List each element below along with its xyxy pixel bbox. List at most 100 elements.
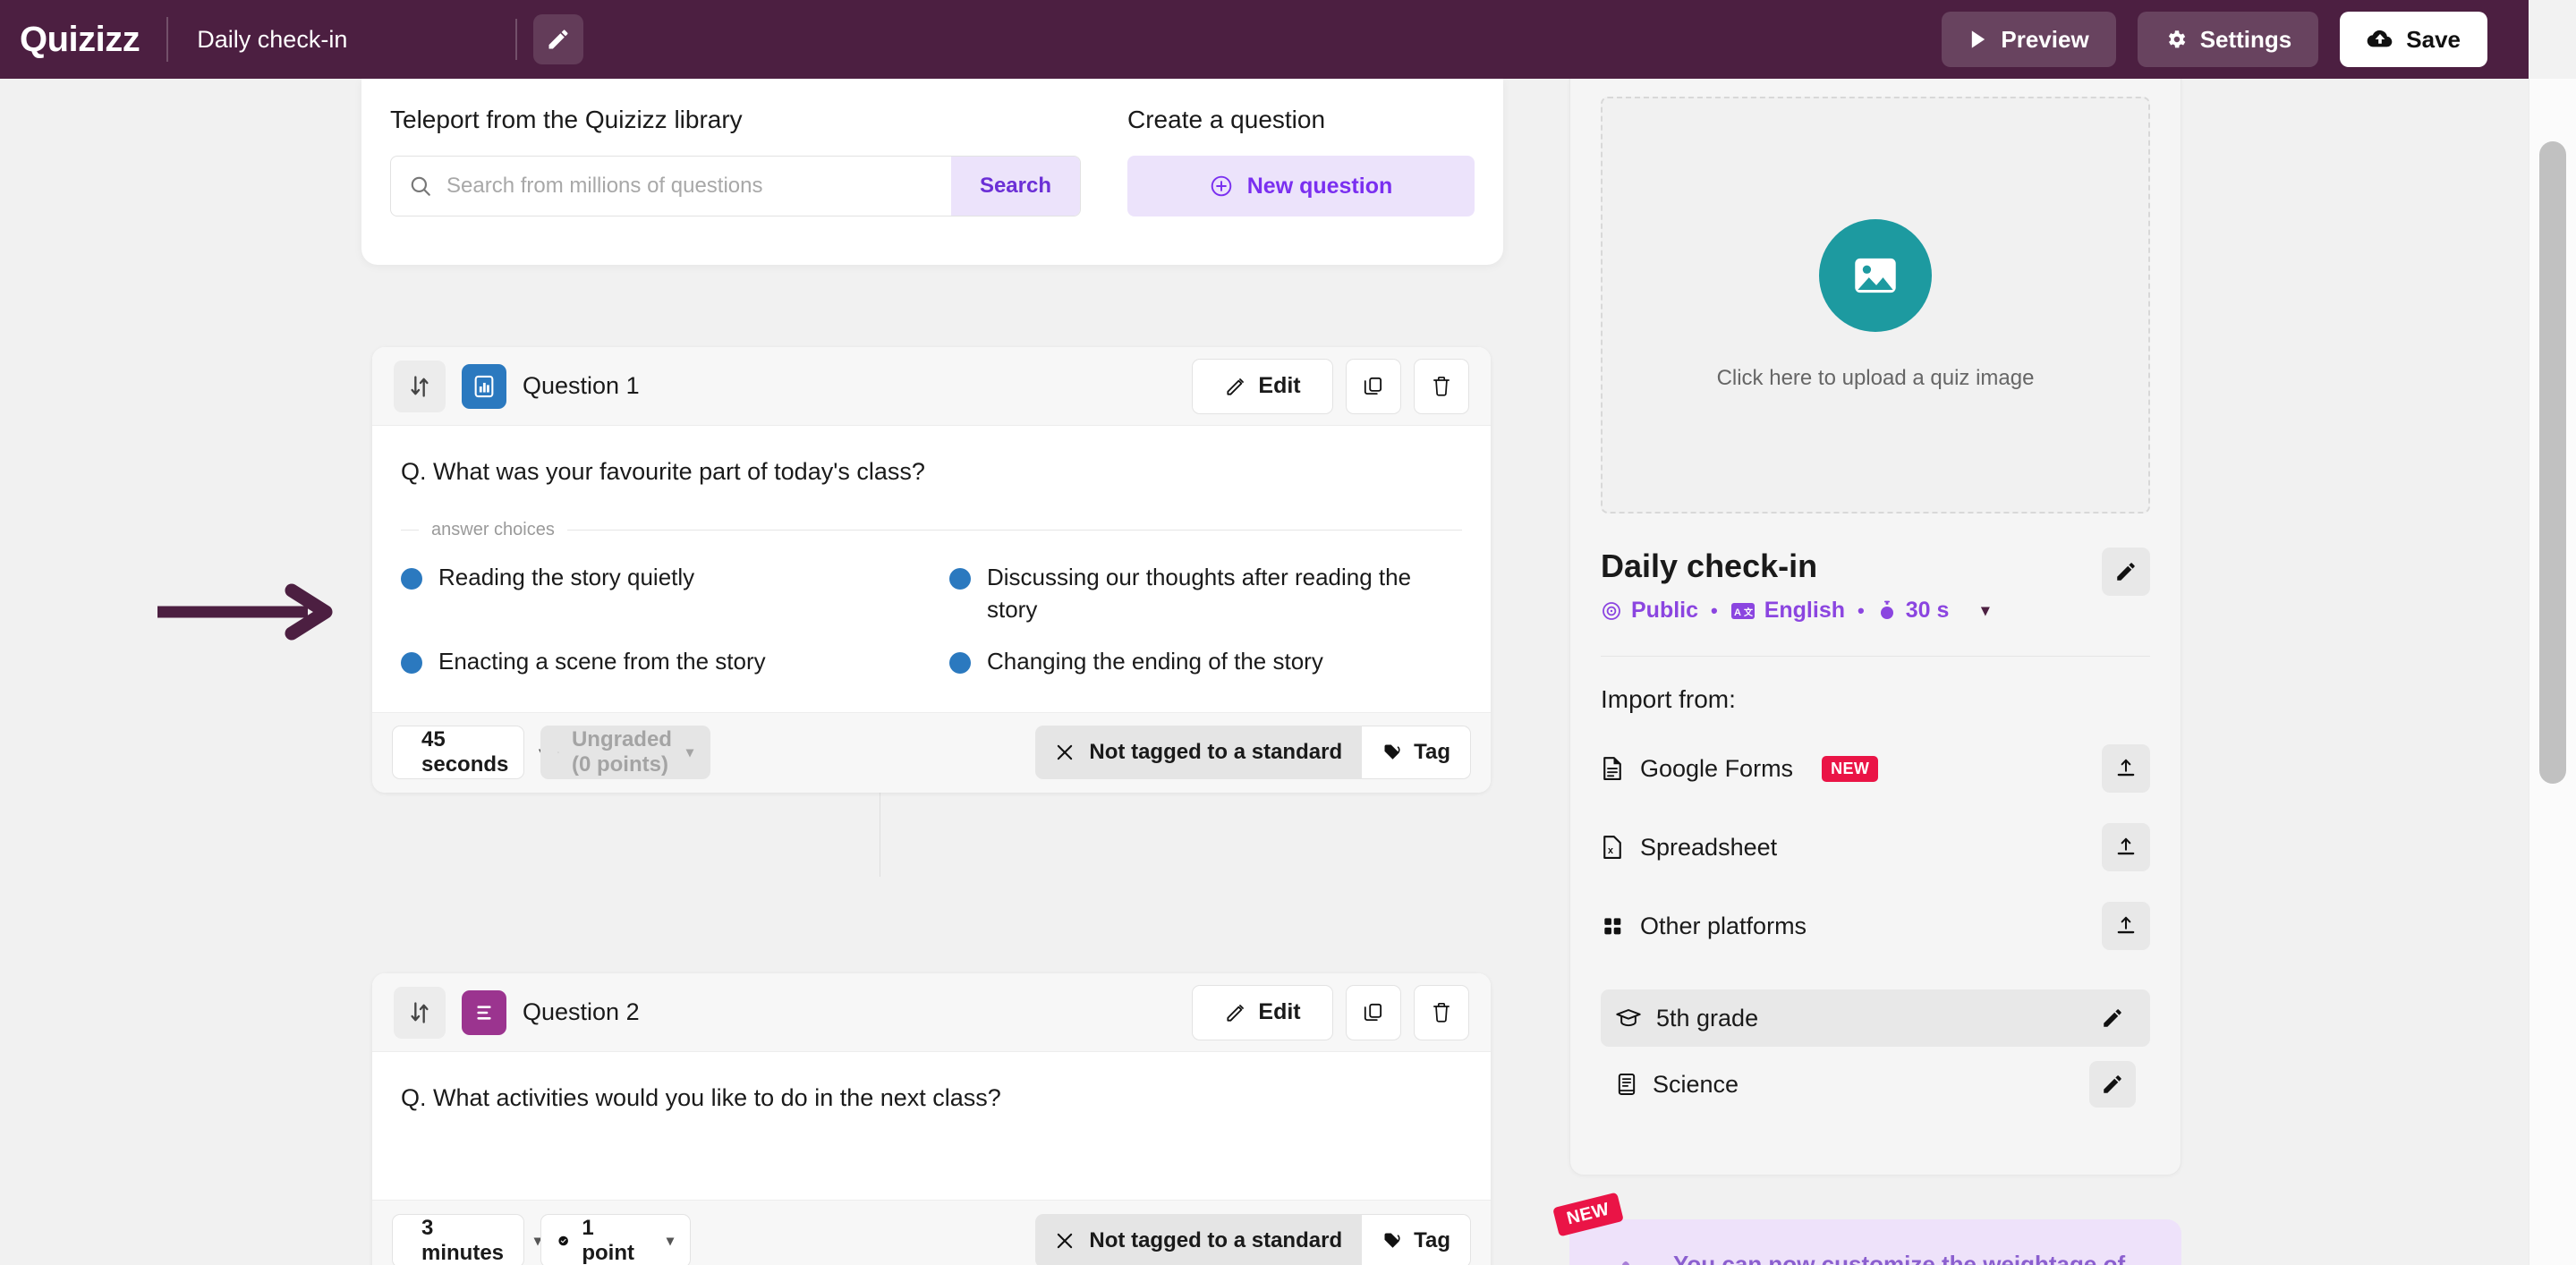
- duplicate-question-1-button[interactable]: [1346, 358, 1401, 414]
- question-1-tag-group: Not tagged to a standard Tag: [1035, 726, 1471, 780]
- edit-label: Edit: [1258, 373, 1301, 398]
- preview-button[interactable]: Preview: [1942, 12, 2116, 67]
- graduation-cap-icon: [1616, 1009, 1641, 1027]
- duration-meta[interactable]: 30 s: [1877, 598, 1949, 624]
- question-2-standard-status[interactable]: Not tagged to a standard: [1035, 1213, 1363, 1265]
- copy-icon: [1364, 1003, 1382, 1021]
- question-1-text: Q. What was your favourite part of today…: [401, 458, 925, 485]
- save-button[interactable]: Save: [2340, 12, 2487, 67]
- reorder-handle[interactable]: [394, 360, 446, 412]
- search-button[interactable]: Search: [950, 157, 1080, 216]
- divider: [515, 19, 518, 60]
- question-2-points-dropdown[interactable]: 1 point ▾: [540, 1213, 691, 1265]
- choice-bullet-icon: [949, 568, 971, 590]
- grid-squares-icon: [1604, 918, 1621, 935]
- chevron-down-icon[interactable]: ▾: [1981, 601, 1989, 620]
- divider-line: [401, 530, 419, 531]
- question-2-title: Question 2: [523, 998, 640, 1025]
- pencil-icon: [2117, 563, 2135, 581]
- quiz-name-label: Daily check-in: [197, 25, 348, 53]
- question-2-timer-dropdown[interactable]: 3 minutes ▾: [392, 1213, 541, 1265]
- edit-question-2-button[interactable]: Edit: [1192, 984, 1333, 1040]
- timer-value: 3 minutes: [421, 1215, 505, 1265]
- question-1-title: Question 1: [523, 372, 640, 399]
- delete-question-2-button[interactable]: [1414, 984, 1469, 1040]
- grade-row[interactable]: 5th grade: [1601, 989, 2150, 1047]
- save-label: Save: [2406, 25, 2461, 53]
- import-row-spreadsheet[interactable]: x Spreadsheet: [1601, 823, 2150, 871]
- import-other-platforms-button[interactable]: [2102, 902, 2150, 950]
- new-question-button[interactable]: New question: [1127, 156, 1475, 216]
- import-row-other-platforms[interactable]: Other platforms: [1601, 902, 2150, 950]
- question-1-choices: Reading the story quietly Discussing our…: [401, 562, 1462, 705]
- image-placeholder-icon: [1855, 258, 1896, 293]
- import-google-forms-button[interactable]: [2102, 744, 2150, 793]
- svg-text:A: A: [1734, 607, 1741, 618]
- quiz-meta-row: Public • A 文 English • 30 s ▾: [1601, 598, 1989, 624]
- edit-grade-button[interactable]: [2089, 995, 2136, 1041]
- grade-label: 5th grade: [1656, 1004, 1759, 1032]
- chevron-down-icon: ▾: [685, 745, 693, 761]
- duplicate-question-2-button[interactable]: [1346, 984, 1401, 1040]
- edit-question-1-button[interactable]: Edit: [1192, 358, 1333, 414]
- page-scrollbar-thumb[interactable]: [2539, 141, 2566, 784]
- quiz-details-card: Click here to upload a quiz image Daily …: [1569, 79, 2181, 1176]
- question-1-timer-dropdown[interactable]: 45 seconds ▾: [392, 726, 546, 780]
- settings-button[interactable]: Settings: [2137, 12, 2319, 67]
- upload-hint-text: Click here to upload a quiz image: [1716, 366, 2035, 390]
- question-1-tag-button[interactable]: Tag: [1362, 726, 1471, 780]
- teleport-panel: Teleport from the Quizizz library Search…: [361, 79, 1503, 265]
- quizizz-logo[interactable]: Quizizz: [0, 21, 140, 57]
- upload-icon: [2117, 759, 2135, 777]
- import-label: Google Forms: [1640, 754, 1794, 782]
- import-label: Spreadsheet: [1640, 833, 1778, 861]
- points-value: 1 point: [582, 1215, 634, 1265]
- choice-text: Reading the story quietly: [438, 564, 695, 591]
- question-1-standard-status[interactable]: Not tagged to a standard: [1035, 726, 1363, 780]
- import-spreadsheet-button[interactable]: [2102, 823, 2150, 871]
- import-label-wrap: x Spreadsheet: [1601, 834, 1777, 862]
- grade-label-wrap: 5th grade: [1615, 1005, 1758, 1032]
- translate-icon: A 文: [1730, 602, 1755, 619]
- promo-line-1: You can now customize the weightage of: [1673, 1251, 2126, 1265]
- edit-quiz-details-button[interactable]: [2102, 548, 2150, 596]
- points-value: Ungraded (0 points): [571, 727, 672, 777]
- top-actions: Preview Settings Save: [1942, 12, 2529, 67]
- timer-value: 45 seconds: [421, 727, 509, 777]
- import-row-google-forms[interactable]: Google Forms NEW: [1601, 744, 2150, 793]
- page-scrollbar-track[interactable]: [2529, 79, 2576, 1265]
- visibility-meta[interactable]: Public: [1601, 598, 1698, 624]
- language-meta[interactable]: A 文 English: [1730, 598, 1845, 624]
- upload-icon: [2117, 837, 2135, 855]
- reorder-handle[interactable]: [394, 986, 446, 1039]
- question-search-box[interactable]: Search: [390, 156, 1081, 216]
- import-label-wrap: Google Forms NEW: [1601, 754, 1879, 783]
- sidebar-quiz-title: Daily check-in: [1601, 548, 1818, 584]
- question-2-tag-button[interactable]: Tag: [1362, 1213, 1471, 1265]
- choice-bullet-icon: [401, 568, 422, 590]
- import-label: Other platforms: [1640, 912, 1807, 939]
- create-question-title: Create a question: [1127, 106, 1326, 133]
- quiz-title-row: Daily check-in Public • A 文 English • 30…: [1601, 548, 2150, 624]
- pencil-icon: [548, 30, 568, 49]
- new-question-label: New question: [1246, 173, 1393, 199]
- question-1-header: Question 1 Edit: [372, 347, 1491, 426]
- visibility-label: Public: [1631, 598, 1699, 623]
- delete-question-1-button[interactable]: [1414, 358, 1469, 414]
- edit-subject-button[interactable]: [2089, 1061, 2136, 1108]
- pencil-icon: [2104, 1075, 2121, 1093]
- close-icon: [1058, 745, 1073, 760]
- question-2-header: Question 2 Edit: [372, 973, 1491, 1052]
- subject-row[interactable]: Science: [1601, 1056, 2150, 1113]
- quiz-image-upload-zone[interactable]: Click here to upload a quiz image: [1601, 97, 2150, 514]
- tag-icon: [1384, 1233, 1400, 1248]
- weightage-promo-banner[interactable]: NEW You can now customize the weightage …: [1552, 1192, 2181, 1265]
- question-1-points-dropdown[interactable]: Ungraded (0 points) ▾: [540, 726, 710, 780]
- search-input[interactable]: [446, 157, 951, 216]
- question-2-footer: 3 minutes ▾ 1 point ▾ Not tagged to a st…: [372, 1200, 1491, 1265]
- answer-choice: Discussing our thoughts after reading th…: [949, 562, 1462, 626]
- choice-bullet-icon: [949, 651, 971, 674]
- book-icon: [1618, 1074, 1636, 1095]
- edit-quiz-title-button[interactable]: [533, 14, 584, 64]
- sort-arrows-icon: [411, 375, 429, 397]
